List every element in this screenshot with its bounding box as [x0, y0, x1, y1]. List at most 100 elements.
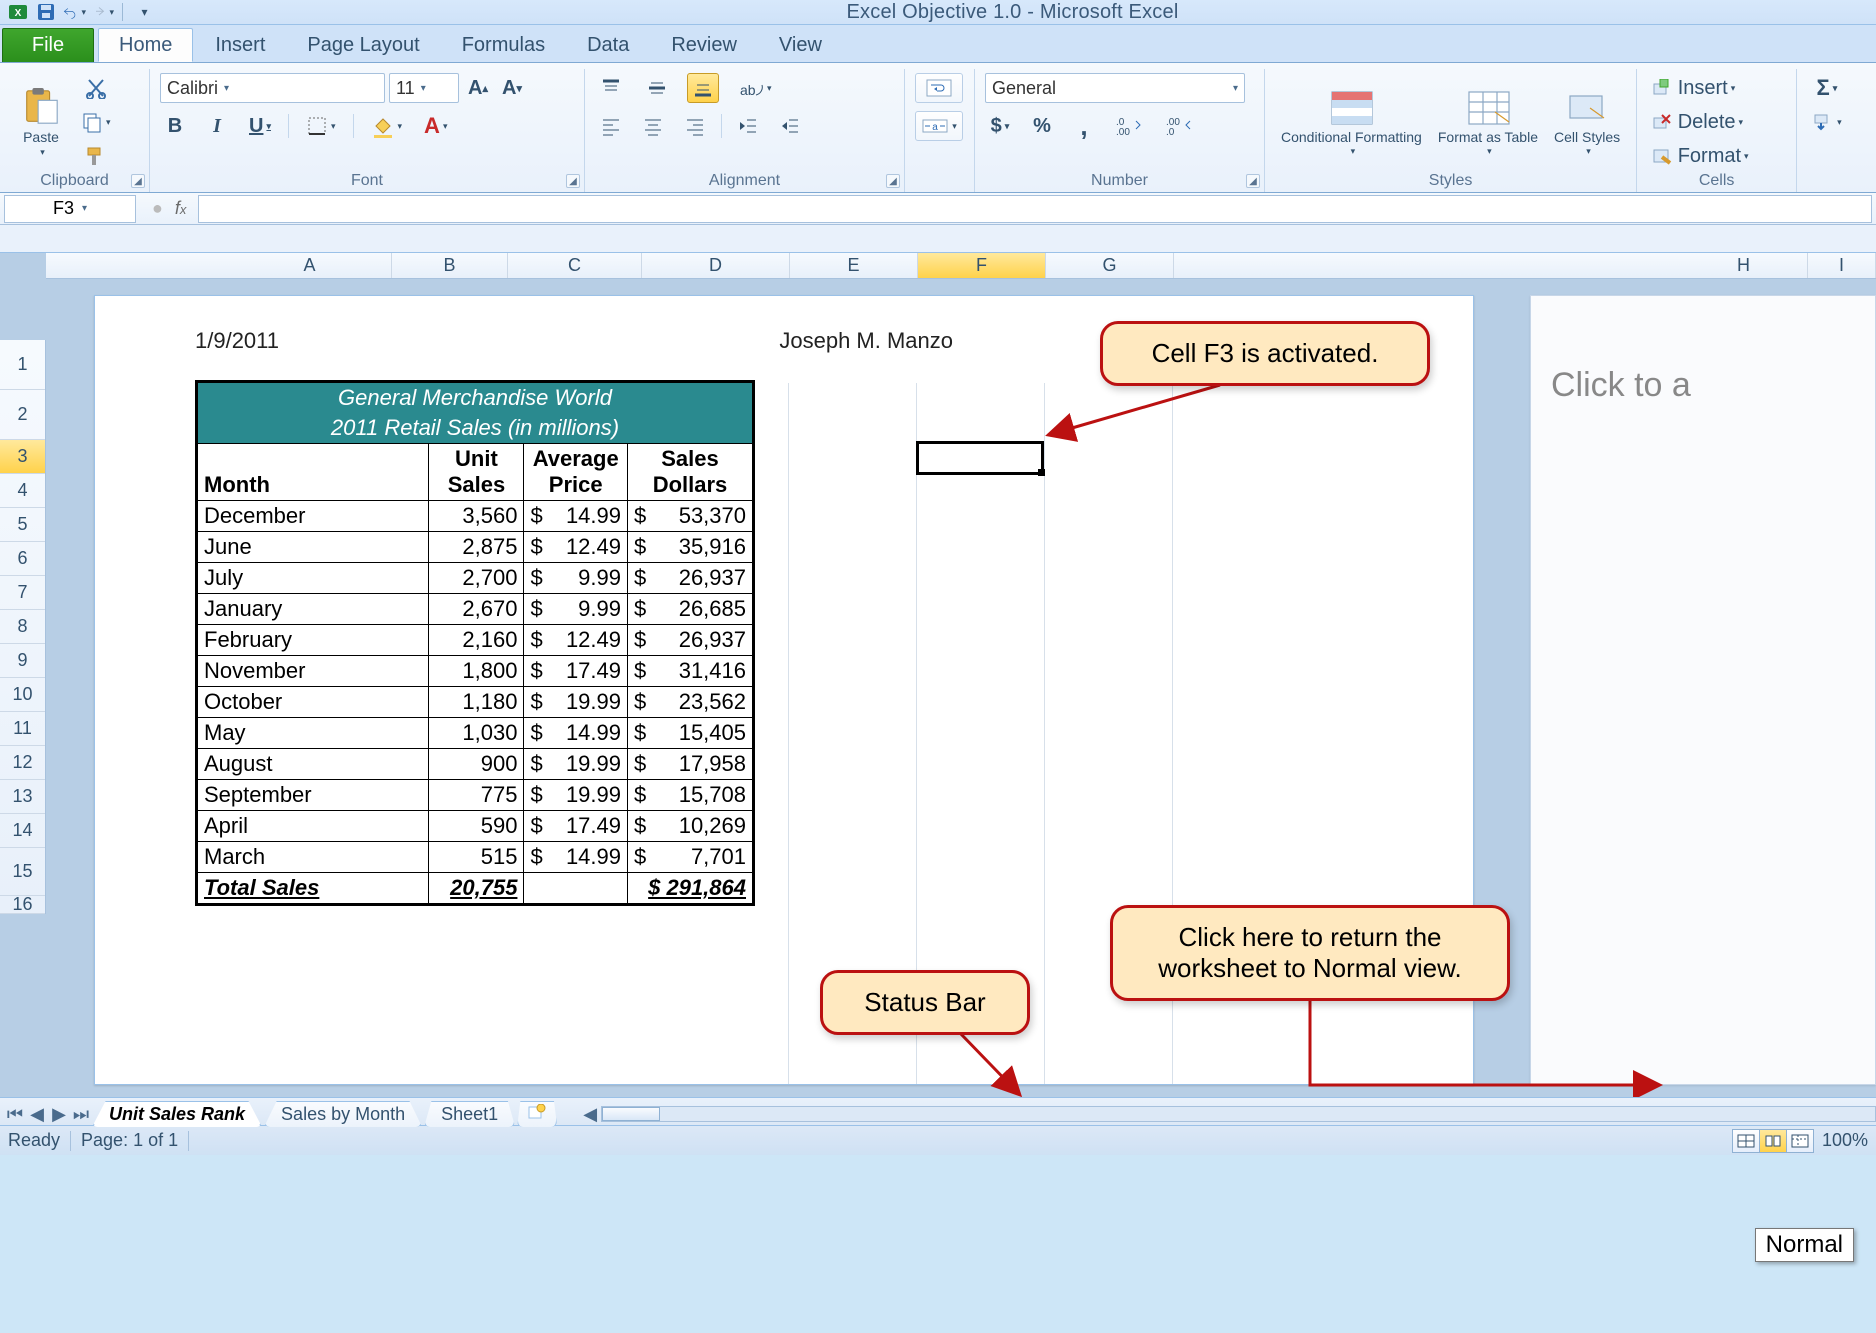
undo-icon[interactable]: ▾ [62, 1, 86, 23]
cell-dollars-sym[interactable]: $ [628, 656, 664, 687]
cell-dollars-sym[interactable]: $ [628, 749, 664, 780]
cell-units[interactable]: 775 [429, 780, 524, 811]
comma-format-icon[interactable]: , [1069, 111, 1099, 141]
orientation-icon[interactable]: ab▾ [733, 73, 777, 103]
cell-price[interactable]: 19.99 [560, 780, 628, 811]
cell-price[interactable]: 12.49 [560, 625, 628, 656]
table-row[interactable]: July2,700$9.99$26,937 [197, 563, 754, 594]
cell-dollars[interactable]: 23,562 [664, 687, 754, 718]
tab-nav-last-icon[interactable]: ⏭ [70, 1103, 92, 1125]
decrease-decimal-icon[interactable]: .00.0 [1161, 111, 1199, 141]
tab-insert[interactable]: Insert [195, 28, 285, 62]
cell-price-sym[interactable]: $ [524, 780, 560, 811]
cell-month[interactable]: August [197, 749, 429, 780]
merge-center-icon[interactable]: a▾ [915, 111, 963, 141]
bold-button[interactable]: B [160, 111, 190, 141]
cell-month[interactable]: April [197, 811, 429, 842]
cell-month[interactable]: October [197, 687, 429, 718]
cell-price-sym[interactable]: $ [524, 501, 560, 532]
cell-dollars[interactable]: 15,405 [664, 718, 754, 749]
cell-dollars-sym[interactable]: $ [628, 594, 664, 625]
row-head-4[interactable]: 4 [0, 474, 45, 508]
wrap-text-icon[interactable] [915, 73, 963, 103]
font-size-combo[interactable]: 11 ▾ [389, 73, 459, 103]
align-middle-icon[interactable] [641, 73, 673, 103]
cell-dollars[interactable]: 17,958 [664, 749, 754, 780]
cell-price-sym[interactable]: $ [524, 687, 560, 718]
cell-dollars[interactable]: 26,937 [664, 563, 754, 594]
cell-price[interactable]: 9.99 [560, 563, 628, 594]
cell-dollars-sym[interactable]: $ [628, 780, 664, 811]
cell-dollars-sym[interactable]: $ [628, 842, 664, 873]
cell-dollars-sym[interactable]: $ [628, 625, 664, 656]
align-left-icon[interactable] [595, 111, 627, 141]
row-head-11[interactable]: 11 [0, 712, 45, 746]
cell-units[interactable]: 590 [429, 811, 524, 842]
cell-month[interactable]: December [197, 501, 429, 532]
number-format-combo[interactable]: General ▾ [985, 73, 1245, 103]
cell-units[interactable]: 1,030 [429, 718, 524, 749]
table-row[interactable]: May1,030$14.99$15,405 [197, 718, 754, 749]
tab-formulas[interactable]: Formulas [442, 28, 565, 62]
col-head-d[interactable]: D [642, 253, 790, 278]
row-head-10[interactable]: 10 [0, 678, 45, 712]
paste-button[interactable]: Paste ▾ [10, 73, 72, 172]
table-row[interactable]: September775$19.99$15,708 [197, 780, 754, 811]
row-head-13[interactable]: 13 [0, 780, 45, 814]
italic-button[interactable]: I [202, 111, 232, 141]
cell-dollars[interactable]: 10,269 [664, 811, 754, 842]
underline-button[interactable]: U▾ [244, 111, 276, 141]
cell-dollars-sym[interactable]: $ [628, 811, 664, 842]
cell-dollars[interactable]: 53,370 [664, 501, 754, 532]
cell-price[interactable]: 17.49 [560, 811, 628, 842]
new-sheet-tab-icon[interactable] [517, 1101, 557, 1127]
col-head-c[interactable]: C [508, 253, 642, 278]
borders-icon[interactable]: ▾ [301, 111, 341, 141]
align-top-icon[interactable] [595, 73, 627, 103]
table-row[interactable]: April590$17.49$10,269 [197, 811, 754, 842]
row-head-14[interactable]: 14 [0, 814, 45, 848]
cell-styles-button[interactable]: Cell Styles▾ [1548, 73, 1626, 172]
cell-price[interactable]: 19.99 [560, 749, 628, 780]
cell-month[interactable]: February [197, 625, 429, 656]
col-head-b[interactable]: B [392, 253, 508, 278]
row-head-9[interactable]: 9 [0, 644, 45, 678]
formula-input[interactable] [198, 195, 1872, 223]
cut-icon[interactable] [76, 73, 116, 103]
row-head-7[interactable]: 7 [0, 576, 45, 610]
sales-table[interactable]: General Merchandise World 2011 Retail Sa… [195, 380, 755, 906]
qat-customize-icon[interactable]: ▾ [131, 1, 155, 23]
cell-units[interactable]: 3,560 [429, 501, 524, 532]
cell-price[interactable]: 19.99 [560, 687, 628, 718]
view-normal-icon[interactable] [1732, 1129, 1760, 1153]
cell-dollars[interactable]: 26,685 [664, 594, 754, 625]
view-page-layout-icon[interactable] [1759, 1129, 1787, 1153]
cell-price[interactable]: 14.99 [560, 842, 628, 873]
active-cell-cursor[interactable] [916, 441, 1044, 475]
cell-units[interactable]: 1,800 [429, 656, 524, 687]
tab-nav-next-icon[interactable]: ▶ [48, 1103, 70, 1125]
cell-dollars-sym[interactable]: $ [628, 501, 664, 532]
percent-format-icon[interactable]: % [1027, 111, 1057, 141]
cell-price-sym[interactable]: $ [524, 532, 560, 563]
cell-price-sym[interactable]: $ [524, 811, 560, 842]
row-head-8[interactable]: 8 [0, 610, 45, 644]
tab-data[interactable]: Data [567, 28, 649, 62]
tab-review[interactable]: Review [651, 28, 757, 62]
cell-price[interactable]: 14.99 [560, 501, 628, 532]
cell-price-sym[interactable]: $ [524, 563, 560, 594]
align-bottom-icon[interactable] [687, 73, 719, 103]
tab-view[interactable]: View [759, 28, 842, 62]
tab-home[interactable]: Home [98, 28, 193, 62]
view-page-break-icon[interactable] [1786, 1129, 1814, 1153]
cell-price[interactable]: 12.49 [560, 532, 628, 563]
fill-color-icon[interactable]: ▾ [366, 111, 408, 141]
cell-units[interactable]: 2,875 [429, 532, 524, 563]
fill-icon[interactable]: ▾ [1807, 107, 1847, 137]
cell-month[interactable]: March [197, 842, 429, 873]
cell-units[interactable]: 1,180 [429, 687, 524, 718]
cell-units[interactable]: 515 [429, 842, 524, 873]
col-head-f[interactable]: F [918, 253, 1046, 278]
insert-cells-button[interactable]: Insert▾ [1647, 73, 1787, 103]
cell-price-sym[interactable]: $ [524, 625, 560, 656]
